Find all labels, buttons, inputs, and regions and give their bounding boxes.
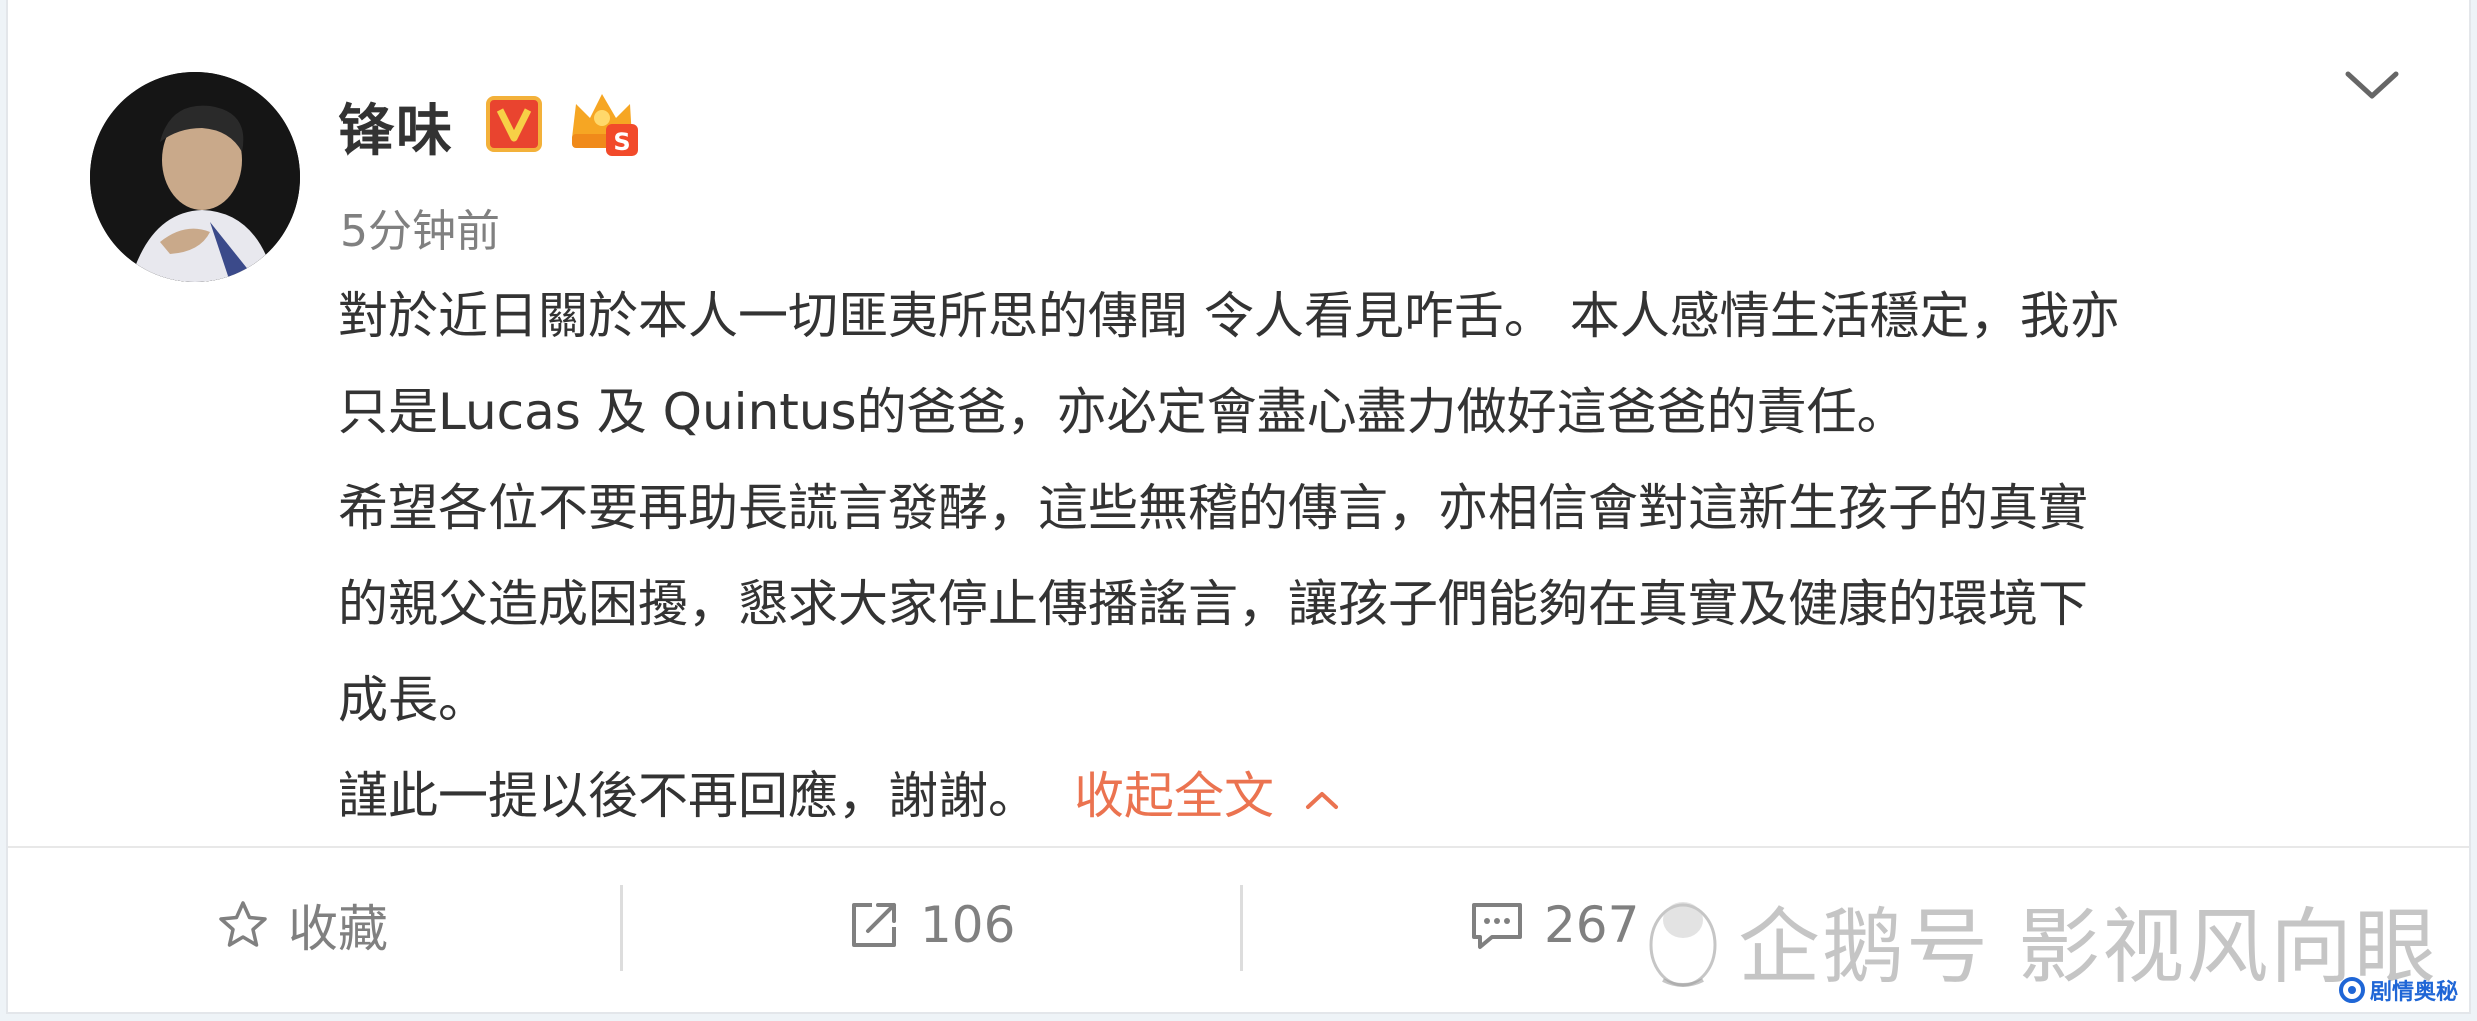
comment-count: 267: [1544, 896, 1640, 954]
post-line: 成長。: [338, 671, 488, 729]
post-line: 的親父造成困擾，懇求大家停止傳播謠言，讓孩子們能夠在真實及健康的環境下: [338, 575, 2088, 633]
watermark-text: 企鹅号 影视风向眼: [1738, 900, 2439, 995]
favorite-label: 收藏: [288, 900, 388, 958]
weibo-post-card: 锋味 S 5分钟前 對於近日關於本人一切匪夷所思的傳聞 令人看見咋舌。 本人感情…: [6, 0, 2471, 1014]
penguin-logo-icon: [1649, 901, 1717, 987]
verified-v-icon: [486, 96, 542, 152]
repost-button[interactable]: 106: [846, 890, 1015, 960]
vip-crown-icon: S: [572, 94, 638, 156]
corner-watermark: 剧情奥秘: [2338, 974, 2458, 1006]
action-separator: [1240, 885, 1243, 971]
svg-text:S: S: [613, 128, 630, 156]
repost-count: 106: [920, 896, 1016, 954]
comment-icon: [1472, 903, 1522, 949]
chevron-up-icon[interactable]: [1304, 789, 1340, 811]
comment-button[interactable]: 267: [1468, 890, 1639, 960]
action-bar-divider: [8, 846, 2469, 848]
post-line-last: 謹此一提以後不再回應，謝謝。 收起全文: [338, 748, 2418, 844]
post-line: 希望各位不要再助長謊言發酵，這些無稽的傳言，亦相信會對這新生孩子的真實: [338, 479, 2088, 537]
author-name[interactable]: 锋味: [338, 86, 454, 167]
repost-icon: [852, 903, 896, 947]
chevron-down-icon[interactable]: [2342, 64, 2402, 104]
author-avatar[interactable]: [90, 72, 300, 282]
post-content: 對於近日關於本人一切匪夷所思的傳聞 令人看見咋舌。 本人感情生活穩定，我亦 只是…: [338, 268, 2418, 844]
collapse-full-text-link[interactable]: 收起全文: [1074, 767, 1274, 825]
star-icon: [219, 901, 267, 947]
post-line: 謹此一提以後不再回應，謝謝。: [338, 767, 1038, 825]
post-line: 只是Lucas 及 Quintus的爸爸，亦必定會盡心盡力做好這爸爸的責任。: [338, 383, 1907, 441]
post-timestamp[interactable]: 5分钟前: [340, 195, 500, 259]
corner-watermark-text: 剧情奥秘: [2370, 980, 2459, 1005]
action-separator: [620, 885, 623, 971]
avatar-photo: [90, 72, 300, 282]
corner-logo-icon: [2339, 977, 2365, 1003]
post-line: 對於近日關於本人一切匪夷所思的傳聞 令人看見咋舌。 本人感情生活穩定，我亦: [338, 287, 2120, 345]
watermark-overlay: 企鹅号 影视风向眼: [1638, 880, 2438, 999]
favorite-button[interactable]: 收藏: [216, 890, 388, 960]
